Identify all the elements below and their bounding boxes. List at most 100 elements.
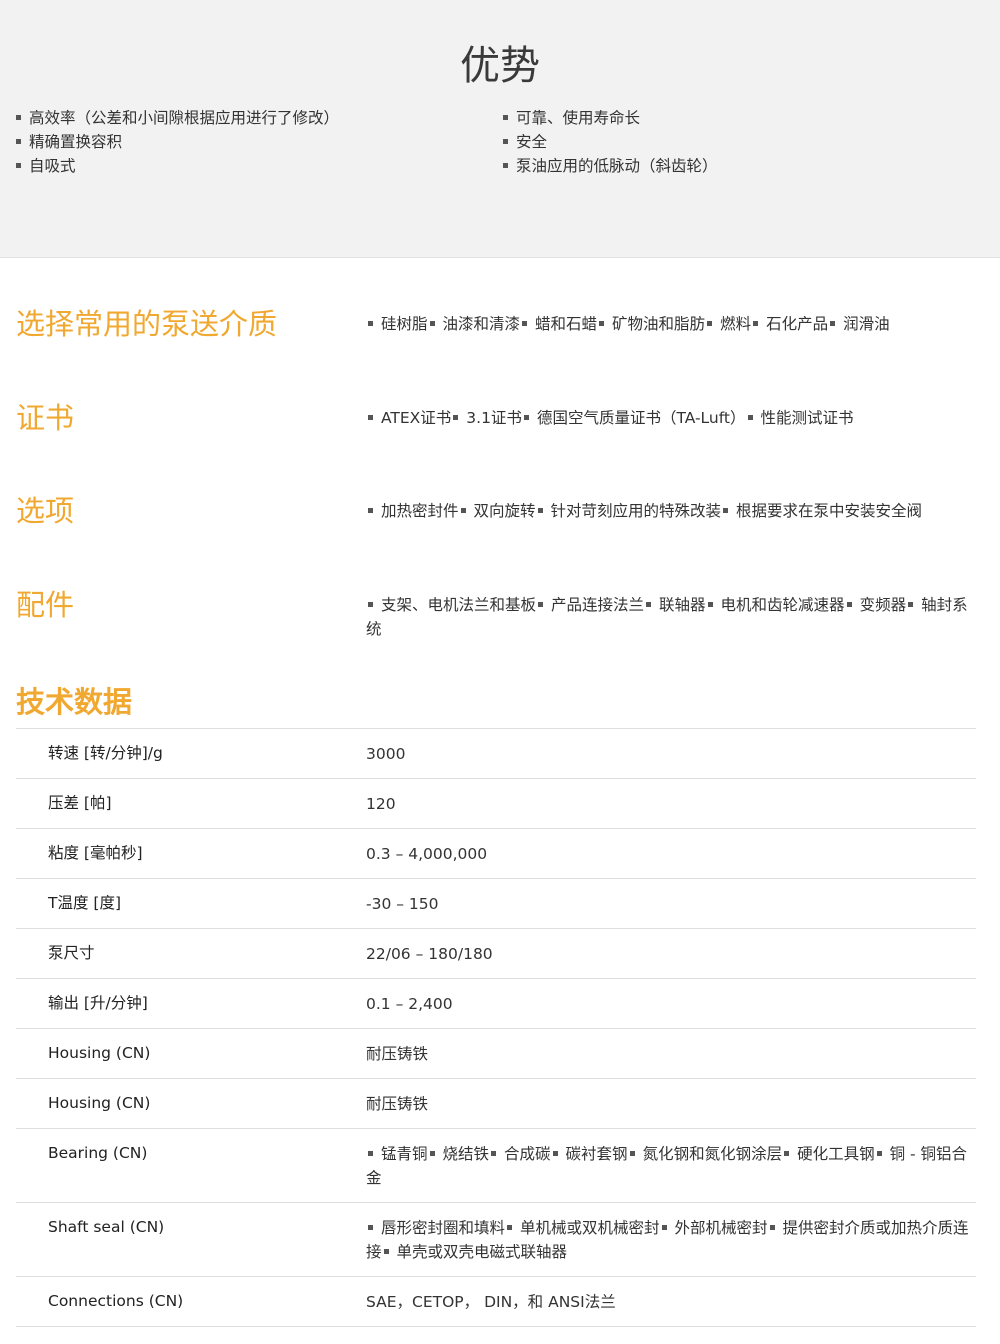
spec-label: T温度 [度] (48, 894, 121, 912)
tag-item: 性能测试证书 (760, 409, 854, 427)
spec-label: Connections (CN) (48, 1292, 184, 1310)
section-tags-certificates: ATEX证书 3.1证书 德国空气质量证书（TA-Luft） 性能测试证书 (366, 406, 976, 430)
bullet-icon (876, 1150, 882, 1156)
tag-item: 矿物油和脂肪 (612, 315, 706, 333)
bullet-icon (537, 507, 543, 513)
section-title-certificates: 证书 (16, 401, 75, 435)
tag-item: 单机械或双机械密封 (520, 1219, 660, 1237)
tag-item: 产品连接法兰 (551, 596, 645, 614)
bullet-icon (830, 320, 836, 326)
spec-label: Housing (CN) (48, 1044, 151, 1062)
advantages-list-left: 高效率（公差和小间隙根据应用进行了修改） 精确置换容积 自吸式 (16, 106, 339, 178)
tag-item: 3.1证书 (466, 409, 522, 427)
section-tags-media: 硅树脂 油漆和清漆 蜡和石蜡 矿物油和脂肪 燃料 石化产品 润滑油 (366, 312, 976, 336)
bullet-icon (368, 601, 373, 607)
spec-value: 耐压铸铁 (366, 1095, 429, 1113)
spec-label: 转速 [转/分钟]/g (48, 744, 163, 762)
bullet-icon (538, 601, 544, 607)
bullet-icon (661, 1224, 667, 1230)
spec-label: 泵尺寸 (48, 944, 95, 962)
advantage-item: 泵油应用的低脉动（斜齿轮） (503, 154, 718, 178)
bullet-icon (491, 1150, 497, 1156)
bullet-icon (453, 414, 459, 420)
advantage-item: 安全 (503, 130, 718, 154)
bullet-icon (507, 1224, 513, 1230)
table-row: Housing (CN) 耐压铸铁 (16, 1029, 976, 1079)
tag-item: 硅树脂 (381, 315, 428, 333)
tag-item: 锰青铜 (381, 1145, 428, 1163)
bullet-icon (368, 1150, 373, 1156)
spec-value: -30 – 150 (366, 895, 439, 913)
tag-item: 油漆和清漆 (442, 315, 521, 333)
tag-item: 根据要求在泵中安装安全阀 (736, 502, 923, 520)
bullet-icon (707, 601, 713, 607)
tag-item: 联轴器 (659, 596, 706, 614)
section-tags-accessories: 支架、电机法兰和基板 产品连接法兰 联轴器 电机和齿轮减速器 变频器 轴封系统 (366, 593, 976, 641)
bullet-icon (368, 1224, 373, 1230)
table-row: Bearing (CN) 锰青铜 烧结铁 合成碳 碳衬套钢 氮化钢和氮化钢涂层 硬化工具钢… (16, 1129, 976, 1203)
table-row: 转速 [转/分钟]/g 3000 (16, 729, 976, 779)
spec-value: 3000 (366, 745, 406, 763)
bullet-icon (368, 414, 373, 420)
table-row: 泵尺寸 22/06 – 180/180 (16, 929, 976, 979)
table-row: Shaft seal (CN) 唇形密封圈和填料 单机械或双机械密封 外部机械密封提… (16, 1203, 976, 1277)
bullet-icon (629, 1150, 635, 1156)
bullet-icon (368, 320, 373, 326)
spec-value: 22/06 – 180/180 (366, 945, 493, 963)
bullet-icon (846, 601, 852, 607)
advantage-item: 高效率（公差和小间隙根据应用进行了修改） (16, 106, 339, 130)
advantage-item: 自吸式 (16, 154, 339, 178)
spec-value: 耐压铸铁 (366, 1045, 429, 1063)
tag-item: 燃料 (720, 315, 752, 333)
tag-item: 外部机械密封 (674, 1219, 768, 1237)
table-row: T温度 [度] -30 – 150 (16, 879, 976, 929)
tag-item: 合成碳 (504, 1145, 551, 1163)
advantages-title: 优势 (460, 43, 540, 89)
bullet-icon (784, 1150, 790, 1156)
spec-value-tags: 锰青铜 烧结铁 合成碳 碳衬套钢 氮化钢和氮化钢涂层 硬化工具钢铜 - 铜铝合金 (366, 1129, 976, 1202)
section-title-options: 选项 (16, 494, 75, 528)
tech-data-title: 技术数据 (16, 685, 133, 719)
bullet-icon (599, 320, 605, 326)
bullet-icon (769, 1224, 775, 1230)
tag-item: ATEX证书 (381, 409, 452, 427)
tag-item: 变频器 (859, 596, 907, 614)
bullet-icon (368, 507, 373, 513)
table-row: Housing (CN) 耐压铸铁 (16, 1079, 976, 1129)
spec-value: SAE，CETOP， DIN，和 ANSI法兰 (366, 1293, 616, 1311)
table-row: 粘度 [毫帕秒] 0.3 – 4,000,000 (16, 829, 976, 879)
advantage-item: 精确置换容积 (16, 130, 339, 154)
table-row: 压差 [帕] 120 (16, 779, 976, 829)
bullet-icon (552, 1150, 558, 1156)
bullet-icon (646, 601, 652, 607)
bullet-icon (723, 507, 729, 513)
spec-label: 输出 [升/分钟] (48, 994, 148, 1012)
bullet-icon (429, 320, 435, 326)
tag-item: 针对苛刻应用的特殊改装 (550, 502, 722, 520)
tag-item: 德国空气质量证书（TA-Luft） (536, 409, 746, 427)
tag-item: 支架、电机法兰和基板 (381, 596, 537, 614)
bullet-icon (383, 1248, 389, 1254)
spec-value: 0.3 – 4,000,000 (366, 845, 488, 863)
tag-item: 电机和齿轮减速器 (720, 596, 845, 614)
bullet-icon (523, 414, 529, 420)
tag-item: 润滑油 (843, 315, 890, 333)
tag-item: 氮化钢和氮化钢涂层 (642, 1145, 783, 1163)
bullet-icon (753, 320, 759, 326)
tag-item: 烧结铁 (442, 1145, 490, 1163)
tag-item: 唇形密封圈和填料 (381, 1219, 506, 1237)
table-row: 输出 [升/分钟] 0.1 – 2,400 (16, 979, 976, 1029)
tag-item: 单壳或双壳电磁式联轴器 (396, 1243, 568, 1261)
spec-value: 0.1 – 2,400 (366, 995, 453, 1013)
advantage-item: 可靠、使用寿命长 (503, 106, 718, 130)
advantages-band: 优势 高效率（公差和小间隙根据应用进行了修改） 精确置换容积 自吸式 可靠、使用… (0, 0, 1000, 258)
bullet-icon (908, 601, 914, 607)
bullet-icon (707, 320, 713, 326)
section-title-accessories: 配件 (16, 588, 75, 622)
spec-label: Bearing (CN) (48, 1144, 148, 1162)
section-title-media: 选择常用的泵送介质 (16, 307, 278, 341)
spec-label: 压差 [帕] (48, 794, 112, 812)
bullet-icon (460, 507, 466, 513)
tag-item: 石化产品 (766, 315, 829, 333)
spec-label: Housing (CN) (48, 1094, 151, 1112)
